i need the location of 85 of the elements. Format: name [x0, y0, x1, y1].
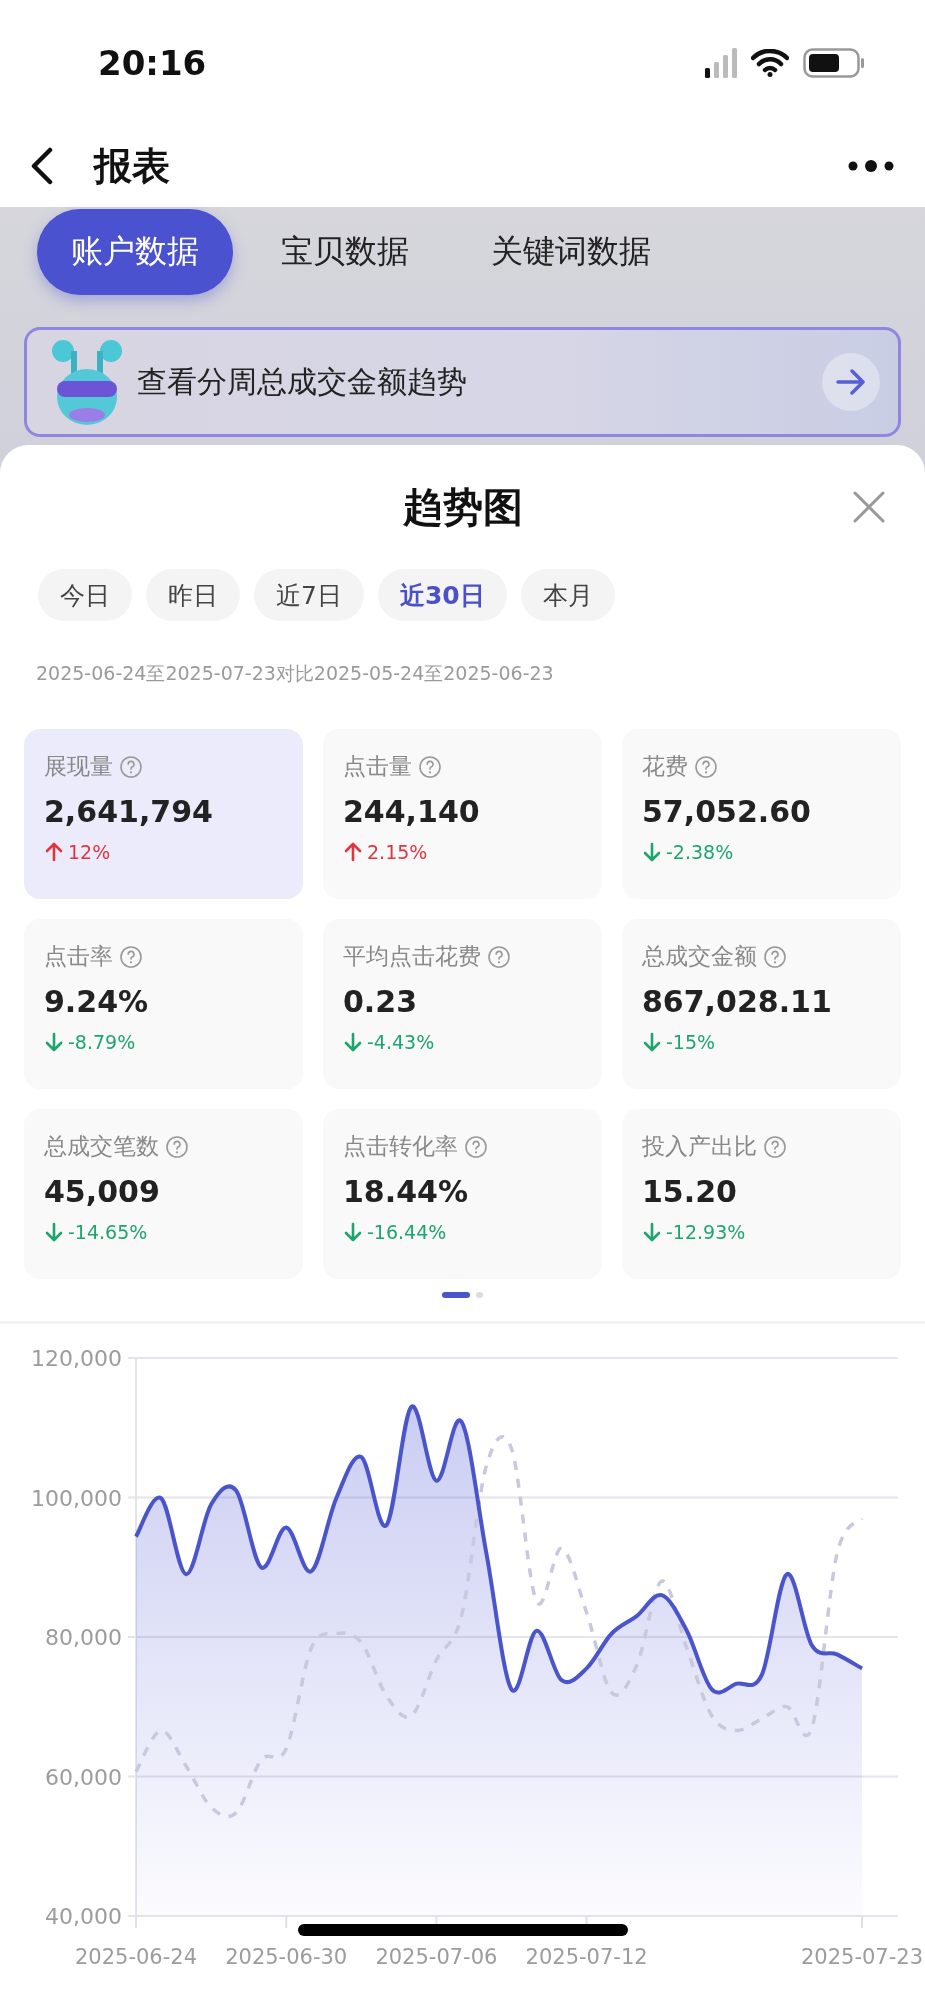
banner-text: 查看分周总成交金额趋势 [137, 362, 468, 401]
more-icon[interactable] [847, 159, 895, 173]
x-axis-label: 2025-07-12 [525, 1945, 648, 1969]
metric-card[interactable]: 投入产出比 15.20 -12.93% [622, 1109, 901, 1279]
down-arrow-icon [642, 1032, 662, 1052]
metric-label: 点击量 [343, 752, 412, 781]
help-icon[interactable] [694, 754, 718, 779]
metric-card[interactable]: 总成交金额 867,028.11 -15% [622, 919, 901, 1089]
metric-card[interactable]: 平均点击花费 0.23 -4.43% [323, 919, 602, 1089]
date-range-text: 2025-06-24至2025-07-23对比2025-05-24至2025-06-23 [35, 661, 555, 686]
data-tab[interactable]: 账户数据 [37, 209, 233, 295]
page-title: 报表 [94, 142, 171, 190]
metric-label: 平均点击花费 [343, 942, 481, 971]
metric-change: -2.38% [666, 841, 734, 863]
x-axis-label: 2025-07-23 [801, 1945, 923, 1969]
metric-label: 点击转化率 [343, 1132, 458, 1161]
help-icon[interactable] [119, 754, 143, 779]
down-arrow-icon [642, 842, 662, 862]
help-icon[interactable] [418, 754, 442, 779]
metric-card[interactable]: 点击量 244,140 2.15% [323, 729, 602, 899]
metric-change: -14.65% [68, 1221, 148, 1243]
down-arrow-icon [343, 1032, 363, 1052]
battery-icon [803, 47, 865, 78]
y-axis-label: 40,000 [45, 1904, 122, 1929]
help-icon[interactable] [119, 944, 143, 969]
down-arrow-icon [44, 1222, 64, 1242]
range-chip[interactable]: 近7日 [254, 569, 364, 621]
data-tab[interactable]: 宝贝数据 [247, 209, 443, 295]
x-axis-label: 2025-07-06 [375, 1945, 498, 1969]
x-axis-label: 2025-06-24 [75, 1945, 197, 1969]
metric-value: 57,052.60 [642, 794, 812, 829]
metric-value: 244,140 [343, 794, 481, 829]
y-axis-label: 60,000 [45, 1764, 122, 1790]
down-arrow-icon [642, 1222, 662, 1242]
metric-label: 展现量 [44, 752, 113, 781]
metric-value: 15.20 [642, 1174, 738, 1209]
metric-label: 花费 [642, 752, 688, 781]
range-chip[interactable]: 今日 [38, 569, 132, 621]
metric-label: 总成交金额 [642, 942, 757, 971]
metric-change: -4.43% [367, 1031, 435, 1053]
arrow-right-icon [836, 369, 866, 395]
metric-card[interactable]: 总成交笔数 45,009 -14.65% [24, 1109, 303, 1279]
down-arrow-icon [44, 1032, 64, 1052]
metric-change: -12.93% [666, 1221, 746, 1243]
signal-icon [705, 47, 737, 78]
help-icon[interactable] [763, 1134, 787, 1159]
metric-value: 2,641,794 [44, 794, 214, 829]
sheet-title: 趋势图 [402, 482, 523, 532]
range-chip[interactable]: 本月 [520, 569, 615, 621]
mascot-icon [49, 337, 125, 427]
metric-change: 2.15% [367, 841, 428, 863]
down-arrow-icon [343, 1222, 363, 1242]
metric-change: 12% [68, 841, 111, 863]
wifi-icon [751, 48, 789, 77]
up-arrow-icon [44, 842, 64, 862]
metric-card[interactable]: 点击转化率 18.44% -16.44% [323, 1109, 602, 1279]
help-icon[interactable] [763, 944, 787, 969]
status-time: 20:16 [98, 42, 207, 83]
y-axis-label: 80,000 [45, 1625, 122, 1650]
metric-value: 0.23 [343, 984, 419, 1019]
metric-change: -8.79% [68, 1031, 136, 1053]
metric-card[interactable]: 花费 57,052.60 -2.38% [622, 729, 901, 899]
metric-value: 45,009 [44, 1174, 161, 1209]
metric-label: 点击率 [44, 942, 113, 971]
trend-banner[interactable]: 查看分周总成交金额趋势 [24, 327, 901, 437]
range-chip[interactable]: 近30日 [377, 569, 507, 621]
metric-label: 投入产出比 [642, 1132, 757, 1161]
y-axis-label: 100,000 [31, 1485, 122, 1511]
metric-label: 总成交笔数 [44, 1132, 159, 1161]
y-axis-label: 120,000 [31, 1346, 122, 1371]
metric-value: 867,028.11 [642, 984, 833, 1019]
data-tab[interactable]: 关键词数据 [457, 209, 685, 295]
metric-card[interactable]: 展现量 2,641,794 12% [24, 729, 303, 899]
metric-card[interactable]: 点击率 9.24% -8.79% [24, 919, 303, 1089]
metric-value: 18.44% [343, 1174, 469, 1209]
up-arrow-icon [343, 842, 363, 862]
metric-change: -16.44% [367, 1221, 447, 1243]
metric-change: -15% [666, 1031, 716, 1053]
help-icon[interactable] [165, 1134, 189, 1159]
metric-value: 9.24% [44, 984, 150, 1019]
x-axis-label: 2025-06-30 [225, 1945, 348, 1969]
back-icon[interactable] [30, 147, 54, 185]
help-icon[interactable] [487, 944, 511, 969]
range-chip[interactable]: 昨日 [146, 569, 240, 621]
help-icon[interactable] [464, 1134, 488, 1159]
